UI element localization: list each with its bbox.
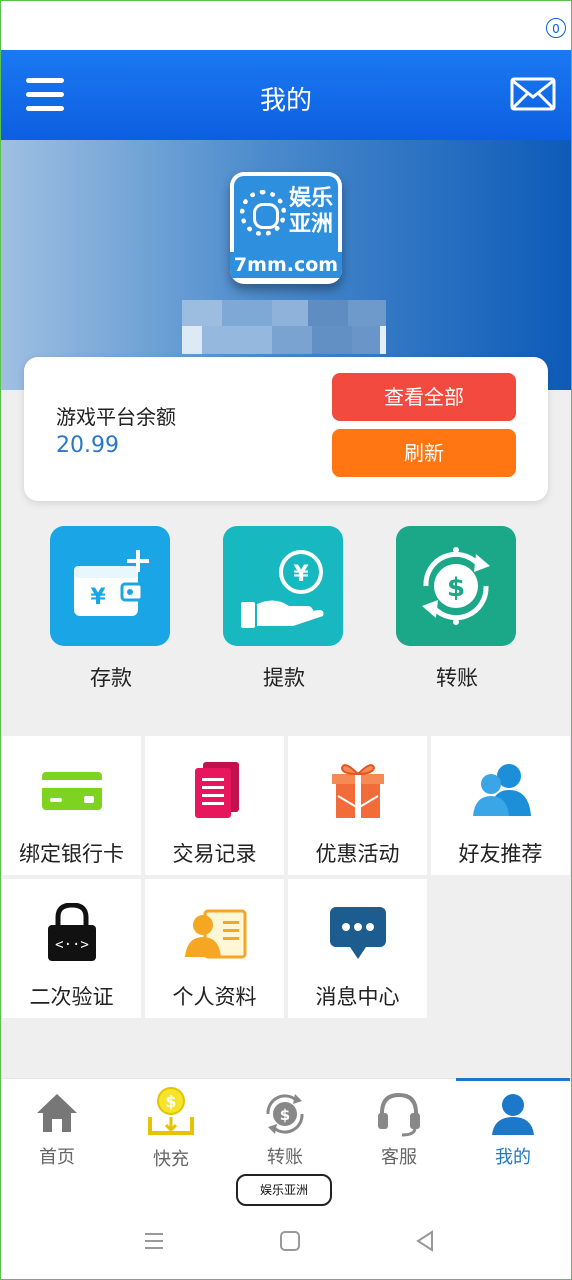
- refer-friends-item[interactable]: 好友推荐: [431, 736, 570, 875]
- deposit-button[interactable]: ¥ 存款: [50, 526, 172, 692]
- promotions-label: 优惠活动: [315, 842, 400, 866]
- chat-bubble-icon: [329, 907, 386, 959]
- username-redacted: [182, 300, 386, 354]
- profile-item[interactable]: 个人资料: [145, 879, 284, 1018]
- balance-card: 游戏平台余额 20.99 查看全部 刷新: [24, 357, 548, 501]
- friends-icon: [472, 764, 531, 816]
- balance-label: 游戏平台余额: [56, 405, 176, 429]
- hand-coin-icon: ¥: [223, 526, 343, 646]
- brand-pill-button[interactable]: 娱乐亚洲: [236, 1174, 332, 1206]
- tab-mine-label: 我的: [495, 1147, 531, 1168]
- user-icon: [492, 1094, 534, 1135]
- transfer-label: 转账: [436, 666, 478, 690]
- message-center-item[interactable]: 消息中心: [288, 879, 427, 1018]
- two-factor-item[interactable]: <··> 二次验证: [2, 879, 141, 1018]
- tab-transfer[interactable]: $ 转账: [228, 1079, 342, 1179]
- message-center-label: 消息中心: [315, 985, 400, 1009]
- balance-value: 20.99: [56, 433, 119, 458]
- bind-bank-card-label: 绑定银行卡: [19, 842, 124, 866]
- recent-apps-icon[interactable]: [143, 1230, 165, 1256]
- tab-customer-service[interactable]: 客服: [342, 1079, 456, 1179]
- transaction-records-item[interactable]: 交易记录: [145, 736, 284, 875]
- bank-card-icon: [41, 772, 102, 810]
- lock-code-icon: <··>: [47, 903, 96, 961]
- transfer-icon: $: [266, 1094, 304, 1134]
- bottom-tab-bar: 首页 $ 快充 $ 转账 客服 我的: [0, 1078, 572, 1178]
- top-header: 我的: [0, 50, 572, 140]
- bind-bank-card-item[interactable]: 绑定银行卡: [2, 736, 141, 875]
- profile-card-icon: [184, 909, 246, 959]
- page-title: 我的: [259, 86, 312, 116]
- wallet-plus-icon: ¥: [50, 526, 170, 646]
- status-bar: [0, 0, 572, 50]
- deposit-label: 存款: [90, 666, 132, 690]
- two-factor-label: 二次验证: [29, 985, 114, 1009]
- dollar-cycle-icon: $: [396, 526, 516, 646]
- tab-home[interactable]: 首页: [0, 1079, 114, 1179]
- back-nav-icon[interactable]: [414, 1230, 436, 1256]
- logo-text-line2: 亚洲: [288, 212, 333, 237]
- home-icon: [37, 1094, 77, 1132]
- headset-icon: [378, 1092, 420, 1137]
- tab-customer-service-label: 客服: [381, 1147, 417, 1168]
- tab-mine[interactable]: 我的: [456, 1078, 570, 1179]
- refresh-button[interactable]: 刷新: [332, 429, 516, 477]
- mail-icon[interactable]: [510, 74, 558, 114]
- transaction-records-label: 交易记录: [172, 842, 257, 866]
- promotions-item[interactable]: 优惠活动: [288, 736, 427, 875]
- system-nav-bar: [0, 1206, 572, 1280]
- home-nav-icon[interactable]: [279, 1230, 301, 1256]
- svg-text:$: $: [165, 1092, 176, 1111]
- tab-quick-charge-label: 快充: [153, 1149, 189, 1170]
- records-icon: [194, 762, 239, 818]
- profile-label: 个人资料: [172, 985, 257, 1009]
- svg-text:¥: ¥: [90, 585, 106, 610]
- brand-logo: 娱乐 亚洲 7mm.com: [230, 172, 342, 284]
- logo-url: 7mm.com: [230, 252, 342, 278]
- refer-friends-label: 好友推荐: [458, 842, 543, 866]
- chip-icon: [240, 190, 286, 236]
- quick-actions: ¥ 存款 ¥ 提款 $ 转账: [0, 526, 572, 706]
- gift-icon: [331, 764, 384, 818]
- tab-transfer-label: 转账: [267, 1147, 303, 1168]
- tab-home-label: 首页: [39, 1147, 75, 1168]
- svg-text:$: $: [280, 1106, 290, 1124]
- svg-text:$: $: [447, 573, 465, 603]
- withdraw-label: 提款: [263, 666, 305, 690]
- transfer-button[interactable]: $ 转账: [396, 526, 518, 692]
- view-all-button[interactable]: 查看全部: [332, 373, 516, 421]
- quick-charge-icon: $: [148, 1087, 194, 1135]
- svg-text:¥: ¥: [293, 562, 309, 587]
- svg-text:<··>: <··>: [55, 937, 89, 953]
- withdraw-button[interactable]: ¥ 提款: [223, 526, 345, 692]
- mail-badge: 0: [546, 18, 566, 38]
- tab-quick-charge[interactable]: $ 快充: [114, 1079, 228, 1179]
- logo-text-line1: 娱乐: [288, 186, 333, 211]
